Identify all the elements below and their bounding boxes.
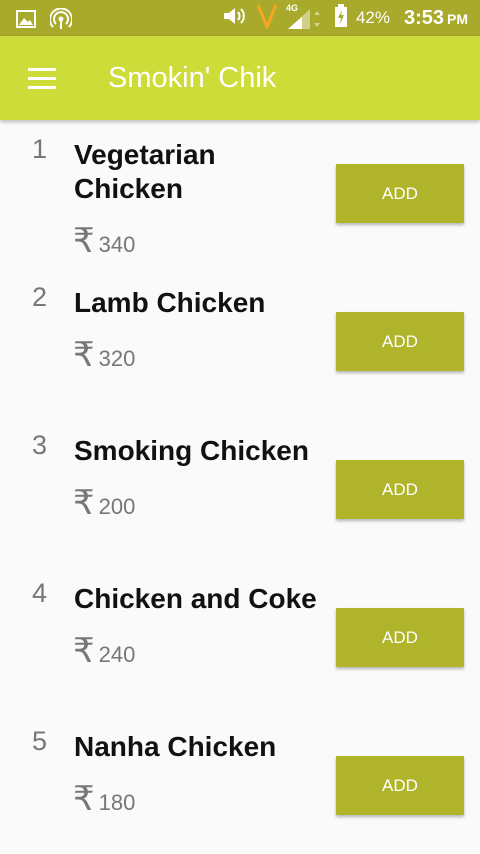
battery-percent: 42% xyxy=(355,8,390,27)
add-button[interactable]: ADD xyxy=(336,164,464,223)
hamburger-icon-line xyxy=(28,77,56,80)
vodafone-v-icon xyxy=(256,3,278,34)
rupee-icon: ₹ xyxy=(73,336,95,374)
item-price-value: 320 xyxy=(98,346,136,371)
item-price-value: 340 xyxy=(98,232,136,257)
signal-icon: 4G xyxy=(286,3,326,31)
status-bar: 4G 42% 3:53 PM xyxy=(0,0,480,36)
item-name: Lamb Chicken xyxy=(74,287,266,318)
rupee-icon: ₹ xyxy=(73,632,95,670)
list-item: 1 Vegetarian Chicken ₹ 340 ADD xyxy=(0,120,480,268)
list-item: 2 Lamb Chicken ₹ 320 ADD xyxy=(0,268,480,416)
item-name: Chicken and Coke xyxy=(74,583,317,614)
rupee-icon: ₹ xyxy=(73,780,95,818)
hamburger-icon-line xyxy=(28,86,56,89)
rupee-icon: ₹ xyxy=(73,484,95,522)
item-number: 5 xyxy=(32,726,48,756)
add-button[interactable]: ADD xyxy=(336,756,464,815)
item-price-value: 180 xyxy=(98,790,136,815)
rupee-icon: ₹ xyxy=(73,222,95,260)
item-number: 4 xyxy=(32,578,48,608)
item-name: Vegetarian Chicken xyxy=(74,139,216,204)
item-price: ₹ 340 xyxy=(73,224,135,258)
item-price-value: 240 xyxy=(98,642,136,667)
volte-speaker-icon xyxy=(222,5,248,32)
item-price: ₹ 240 xyxy=(73,634,135,668)
add-button[interactable]: ADD xyxy=(336,460,464,519)
item-number: 2 xyxy=(32,282,48,312)
item-number: 1 xyxy=(32,134,48,164)
list-item: 5 Nanha Chicken ₹ 180 ADD xyxy=(0,712,480,854)
item-price-value: 200 xyxy=(98,494,136,519)
item-price: ₹ 180 xyxy=(73,782,135,816)
item-number: 3 xyxy=(32,430,48,460)
battery-charging-icon xyxy=(334,3,348,33)
list-item: 4 Chicken and Coke ₹ 240 ADD xyxy=(0,564,480,712)
item-price: ₹ 200 xyxy=(73,486,135,520)
list-item: 3 Smoking Chicken ₹ 200 ADD xyxy=(0,416,480,564)
clock-time: 3:53 xyxy=(403,6,444,29)
gallery-icon xyxy=(16,10,36,33)
hamburger-icon xyxy=(28,68,56,71)
clock-ampm: PM xyxy=(447,10,468,27)
hotspot-icon xyxy=(49,7,73,35)
item-name: Nanha Chicken xyxy=(74,731,277,762)
item-price: ₹ 320 xyxy=(73,338,135,372)
app-title: Smokin' Chik xyxy=(108,62,277,94)
app-bar: Smokin' Chik xyxy=(0,36,480,120)
add-button[interactable]: ADD xyxy=(336,608,464,667)
clock: 3:53 PM xyxy=(404,7,468,30)
item-name: Smoking Chicken xyxy=(74,435,309,466)
menu-button[interactable] xyxy=(20,64,64,94)
add-button[interactable]: ADD xyxy=(336,312,464,371)
